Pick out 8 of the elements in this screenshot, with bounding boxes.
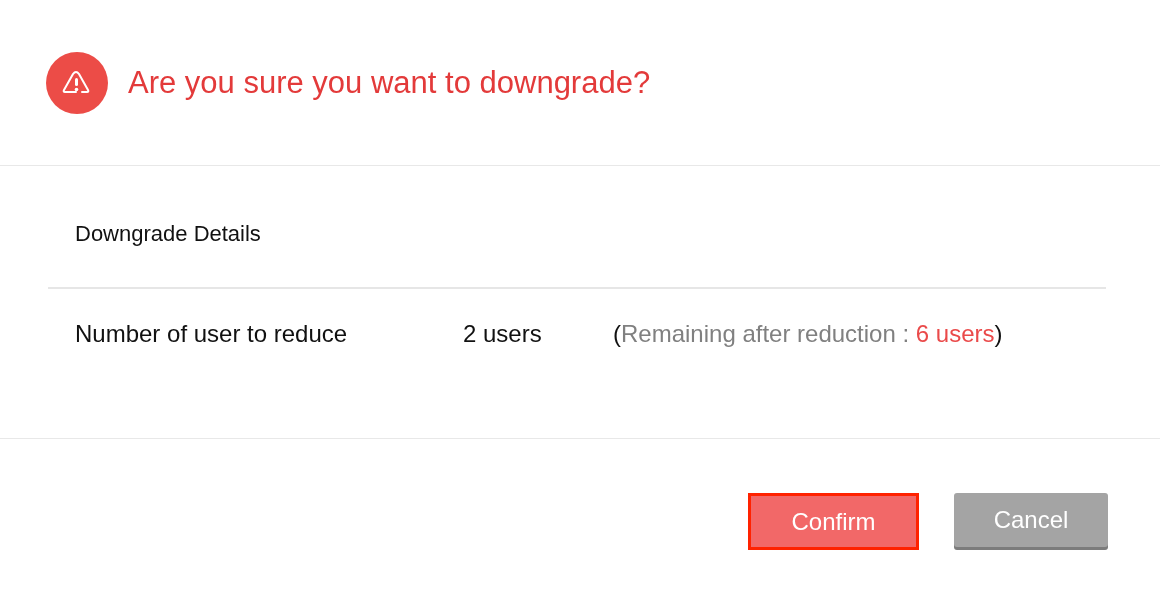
confirm-button[interactable]: Confirm bbox=[748, 493, 919, 550]
detail-value: 2 users bbox=[463, 319, 543, 349]
dialog-title: Are you sure you want to downgrade? bbox=[128, 63, 651, 102]
section-heading: Downgrade Details bbox=[75, 221, 261, 246]
detail-label: Number of user to reduce bbox=[75, 319, 349, 349]
remaining-note: (Remaining after reduction : 6 users) bbox=[613, 319, 1003, 349]
cancel-button[interactable]: Cancel bbox=[954, 493, 1108, 547]
warning-icon bbox=[46, 51, 108, 114]
